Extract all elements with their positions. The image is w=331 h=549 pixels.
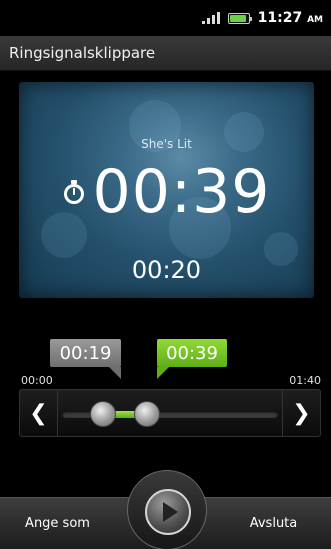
status-time: 11:27 (257, 10, 303, 26)
status-ampm: AM (307, 15, 323, 25)
stopwatch-icon (63, 180, 85, 204)
clip-length: 00:39 (92, 157, 271, 227)
play-icon (162, 502, 178, 522)
quit-button[interactable]: Avsluta (216, 498, 331, 549)
start-marker[interactable]: 00:19 (50, 339, 121, 379)
clip-display: She's Lit 00:39 00:20 (19, 82, 314, 298)
song-title: She's Lit (141, 137, 192, 151)
signal-icon (201, 12, 220, 24)
current-position: 00:20 (131, 256, 202, 284)
track-end-label: 01:40 (289, 374, 321, 387)
trim-bar: ❮ ❯ (19, 389, 321, 437)
play-button[interactable] (145, 489, 191, 535)
trim-end-handle[interactable] (134, 401, 161, 427)
title-bar: Ringsignalsklippare (0, 36, 331, 71)
status-bar: 11:27 AM (0, 0, 331, 36)
clip-length-row: 00:39 (19, 162, 314, 222)
track-start-label: 00:00 (21, 374, 53, 387)
end-marker[interactable]: 00:39 (157, 339, 227, 379)
status-clock: 11:27 AM (258, 10, 323, 26)
set-as-button[interactable]: Ange som (0, 498, 115, 549)
trim-start-handle[interactable] (90, 401, 117, 427)
chevron-right-icon[interactable]: ❯ (282, 390, 320, 436)
battery-icon (227, 12, 252, 24)
page-title: Ringsignalsklippare (9, 44, 156, 62)
chevron-left-icon[interactable]: ❮ (20, 390, 58, 436)
